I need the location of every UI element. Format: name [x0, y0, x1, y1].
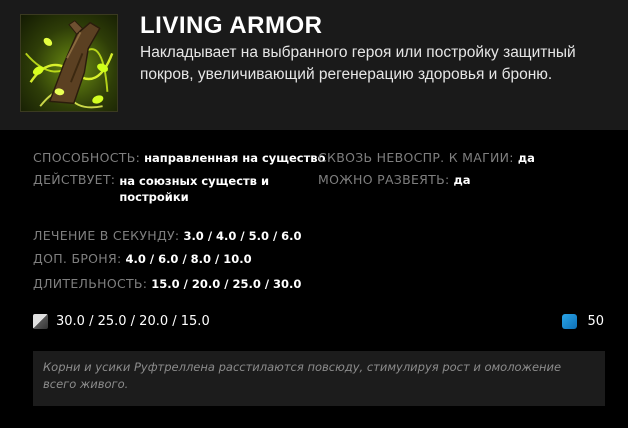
- mana-value: 50: [587, 314, 604, 329]
- ability-title: LIVING ARMOR: [140, 12, 323, 39]
- stat-value: 4.0 / 6.0 / 8.0 / 10.0: [125, 252, 252, 266]
- stat-value: да: [453, 173, 471, 187]
- stat-label: МОЖНО РАЗВЕЯТЬ:: [318, 172, 450, 187]
- stat-label: ЛЕЧЕНИЕ В СЕКУНДУ:: [33, 228, 180, 243]
- cooldown-value: 30.0 / 25.0 / 20.0 / 15.0: [56, 314, 210, 329]
- stat-label: СКВОЗЬ НЕВОСПР. К МАГИИ:: [318, 150, 514, 165]
- mana-icon: [562, 314, 578, 329]
- stat-ability-type: СПОСОБНОСТЬ: направленная на существо: [33, 150, 325, 165]
- stat-value: 3.0 / 4.0 / 5.0 / 6.0: [183, 229, 302, 243]
- stat-pierces-immunity: СКВОЗЬ НЕВОСПР. К МАГИИ: да: [318, 150, 535, 165]
- treant-living-armor-icon: [20, 14, 118, 112]
- stat-label: СПОСОБНОСТЬ:: [33, 150, 141, 165]
- ability-description: Накладывает на выбранного героя или пост…: [140, 44, 576, 83]
- stat-bonus-armor: ДОП. БРОНЯ: 4.0 / 6.0 / 8.0 / 10.0: [33, 251, 252, 266]
- stat-value: направленная на существо: [144, 151, 326, 165]
- stat-label: ДЕЙСТВУЕТ:: [33, 172, 116, 187]
- mana-cost: 50: [562, 314, 604, 329]
- cooldown-icon: [33, 314, 48, 329]
- ability-header: LIVING ARMOR Накладывает на выбранного г…: [0, 0, 628, 130]
- stat-affects: ДЕЙСТВУЕТ: на союзных существ и постройк…: [33, 172, 289, 205]
- cooldown: 30.0 / 25.0 / 20.0 / 15.0: [33, 314, 210, 329]
- stat-value: да: [517, 151, 535, 165]
- stat-duration: ДЛИТЕЛЬНОСТЬ: 15.0 / 20.0 / 25.0 / 30.0: [33, 276, 301, 291]
- stat-label: ДОП. БРОНЯ:: [33, 251, 122, 266]
- stat-label: ДЛИТЕЛЬНОСТЬ:: [33, 276, 148, 291]
- stat-dispellable: МОЖНО РАЗВЕЯТЬ: да: [318, 172, 471, 187]
- stat-value: 15.0 / 20.0 / 25.0 / 30.0: [151, 277, 302, 291]
- stat-value: на союзных существ и постройки: [119, 174, 270, 204]
- lore-text: Корни и усики Руфтреллена расстилаются п…: [33, 351, 605, 406]
- stat-heal-per-second: ЛЕЧЕНИЕ В СЕКУНДУ: 3.0 / 4.0 / 5.0 / 6.0: [33, 228, 302, 243]
